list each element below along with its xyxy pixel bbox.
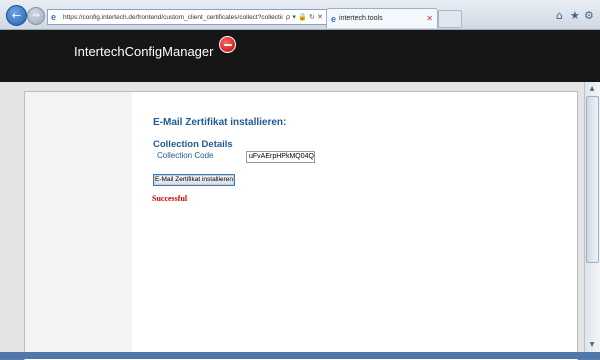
back-button[interactable]: ←	[6, 5, 27, 26]
collection-code-label: Collection Code	[157, 151, 214, 160]
tab-close-icon[interactable]: ✕	[426, 14, 433, 23]
install-certificate-button[interactable]: E-Mail Zertifikat installieren	[153, 174, 236, 186]
address-bar[interactable]: e https://config.intertech.de/frontend/c…	[47, 9, 327, 25]
desktop-background-strip	[0, 352, 600, 359]
home-icon[interactable]: ⌂	[556, 9, 563, 22]
new-tab-button[interactable]	[438, 10, 462, 28]
forward-arrow-icon: →	[32, 11, 40, 21]
scrollbar-thumb[interactable]	[586, 96, 599, 263]
back-arrow-icon: ←	[11, 9, 22, 22]
browser-tab[interactable]: e intertech.tools ✕	[326, 8, 438, 28]
section-title: Collection Details	[153, 139, 233, 150]
scroll-down-icon[interactable]: ▼	[586, 340, 598, 350]
status-message: Successful	[152, 194, 188, 203]
page-heading: E-Mail Zertifikat installieren:	[153, 117, 287, 128]
favorites-star-icon[interactable]: ★	[570, 9, 580, 22]
scroll-up-icon[interactable]: ▲	[586, 84, 598, 94]
left-sidebar	[25, 92, 132, 359]
url-text[interactable]: https://config.intertech.de/frontend/cus…	[63, 14, 283, 21]
forward-button[interactable]: →	[27, 7, 45, 25]
address-bar-actions-icon[interactable]: ρ ▾ 🔒 ↻ ✕	[283, 13, 326, 21]
tab-title: intertech.tools	[339, 15, 383, 22]
ie-page-icon: e	[51, 11, 57, 22]
app-title: IntertechConfigManager	[74, 44, 214, 59]
tools-gear-icon[interactable]: ⚙	[584, 9, 594, 22]
logo-icon	[219, 36, 236, 53]
ie-tab-icon: e	[331, 13, 337, 24]
collection-code-field[interactable]: uFvAErpHPkMQ04Q	[246, 151, 315, 163]
